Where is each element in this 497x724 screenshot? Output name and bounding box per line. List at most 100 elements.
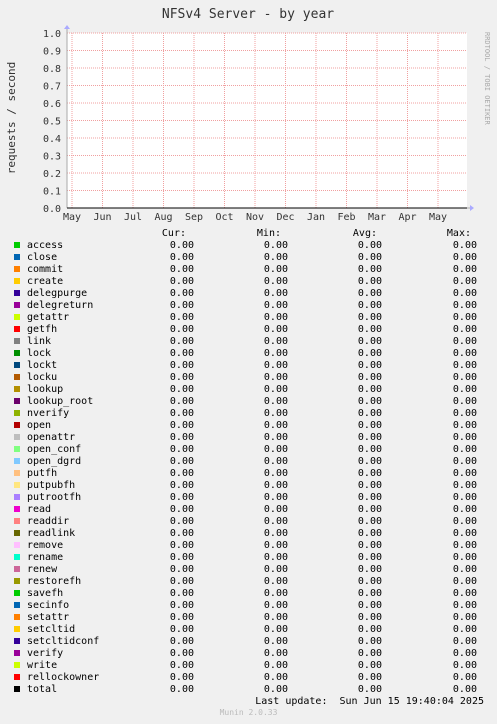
col-max-header: Max: <box>446 228 471 239</box>
legend-max-value: 0.00 <box>452 516 477 527</box>
legend-row: lookup 0.00 0.00 0.00 0.00 <box>0 384 497 396</box>
legend-avg-value: 0.00 <box>357 672 382 683</box>
legend-swatch <box>14 482 20 488</box>
legend-label: create <box>27 276 64 287</box>
legend-min-value: 0.00 <box>263 576 288 587</box>
legend-cur-value: 0.00 <box>169 408 194 419</box>
legend-max-value: 0.00 <box>452 564 477 575</box>
legend-max-value: 0.00 <box>452 420 477 431</box>
legend-min-value: 0.00 <box>263 384 288 395</box>
legend-min-value: 0.00 <box>263 444 288 455</box>
last-update: Last update: Sun Jun 15 19:40:04 2025 <box>255 696 484 707</box>
legend-row: read 0.00 0.00 0.00 0.00 <box>0 504 497 516</box>
legend-cur-value: 0.00 <box>169 516 194 527</box>
legend-cur-value: 0.00 <box>169 564 194 575</box>
legend-swatch <box>14 530 20 536</box>
legend-min-value: 0.00 <box>263 324 288 335</box>
y-axis-label: requests / second <box>5 62 18 175</box>
legend-avg-value: 0.00 <box>357 432 382 443</box>
legend-row: close 0.00 0.00 0.00 0.00 <box>0 252 497 264</box>
legend-min-value: 0.00 <box>263 612 288 623</box>
legend-swatch <box>14 470 20 476</box>
legend-avg-value: 0.00 <box>357 468 382 479</box>
legend-swatch <box>14 686 20 692</box>
legend-swatch <box>14 458 20 464</box>
x-tick-label: May <box>429 212 447 223</box>
col-min-header: Min: <box>256 228 281 239</box>
legend-header: Cur: Min: Avg: Max: <box>0 228 497 240</box>
legend-avg-value: 0.00 <box>357 300 382 311</box>
legend-cur-value: 0.00 <box>169 384 194 395</box>
legend-avg-value: 0.00 <box>357 612 382 623</box>
legend-row: savefh 0.00 0.00 0.00 0.00 <box>0 588 497 600</box>
legend-max-value: 0.00 <box>452 348 477 359</box>
legend-row: putfh 0.00 0.00 0.00 0.00 <box>0 468 497 480</box>
legend-max-value: 0.00 <box>452 324 477 335</box>
side-label: RRDTOOL / TOBI OETIKER <box>483 32 491 126</box>
chart-svg: NFSv4 Server - by year RRDTOOL / TOBI OE… <box>5 7 491 223</box>
legend-row: lookup_root 0.00 0.00 0.00 0.00 <box>0 396 497 408</box>
legend-avg-value: 0.00 <box>357 360 382 371</box>
legend-cur-value: 0.00 <box>169 468 194 479</box>
legend-max-value: 0.00 <box>452 612 477 623</box>
legend-min-value: 0.00 <box>263 348 288 359</box>
legend-swatch <box>14 254 20 260</box>
legend-min-value: 0.00 <box>263 672 288 683</box>
legend-max-value: 0.00 <box>452 672 477 683</box>
legend-min-value: 0.00 <box>263 588 288 599</box>
legend-cur-value: 0.00 <box>169 396 194 407</box>
legend-row: total 0.00 0.00 0.00 0.00 <box>0 684 497 696</box>
y-tick-label: 0.4 <box>43 134 61 145</box>
col-cur-header: Cur: <box>161 228 186 239</box>
legend-label: putrootfh <box>27 492 82 503</box>
legend-min-value: 0.00 <box>263 468 288 479</box>
legend-label: lookup <box>27 384 64 395</box>
legend-max-value: 0.00 <box>452 528 477 539</box>
legend-row: locku 0.00 0.00 0.00 0.00 <box>0 372 497 384</box>
y-axis-arrow <box>64 25 70 29</box>
legend-avg-value: 0.00 <box>357 504 382 515</box>
legend-max-value: 0.00 <box>452 456 477 467</box>
legend-swatch <box>14 314 20 320</box>
legend-max-value: 0.00 <box>452 276 477 287</box>
legend-label: rellockowner <box>27 672 100 683</box>
legend-max-value: 0.00 <box>452 288 477 299</box>
legend-row: rename 0.00 0.00 0.00 0.00 <box>0 552 497 564</box>
legend-max-value: 0.00 <box>452 480 477 491</box>
y-tick-label: 1.0 <box>43 29 61 40</box>
legend-avg-value: 0.00 <box>357 636 382 647</box>
legend-cur-value: 0.00 <box>169 588 194 599</box>
legend-min-value: 0.00 <box>263 540 288 551</box>
legend-avg-value: 0.00 <box>357 408 382 419</box>
legend-min-value: 0.00 <box>263 660 288 671</box>
legend-row: restorefh 0.00 0.00 0.00 0.00 <box>0 576 497 588</box>
legend-swatch <box>14 578 20 584</box>
legend-cur-value: 0.00 <box>169 648 194 659</box>
legend-min-value: 0.00 <box>263 240 288 251</box>
legend-min-value: 0.00 <box>263 684 288 695</box>
legend-label: delegreturn <box>27 300 94 311</box>
chart-title: NFSv4 Server - by year <box>162 7 334 22</box>
legend-cur-value: 0.00 <box>169 336 194 347</box>
legend-max-value: 0.00 <box>452 552 477 563</box>
legend-min-value: 0.00 <box>263 312 288 323</box>
legend-label: open_conf <box>27 444 82 455</box>
legend-row: commit 0.00 0.00 0.00 0.00 <box>0 264 497 276</box>
legend-avg-value: 0.00 <box>357 240 382 251</box>
legend-swatch <box>14 266 20 272</box>
legend-max-value: 0.00 <box>452 684 477 695</box>
legend-swatch <box>14 338 20 344</box>
legend-swatch <box>14 566 20 572</box>
legend-min-value: 0.00 <box>263 636 288 647</box>
legend-cur-value: 0.00 <box>169 324 194 335</box>
legend-swatch <box>14 554 20 560</box>
legend-swatch <box>14 638 20 644</box>
legend-swatch <box>14 590 20 596</box>
legend-row: remove 0.00 0.00 0.00 0.00 <box>0 540 497 552</box>
x-axis-arrow <box>470 205 474 211</box>
legend-swatch <box>14 362 20 368</box>
legend-swatch <box>14 446 20 452</box>
legend-swatch <box>14 626 20 632</box>
legend-row: lockt 0.00 0.00 0.00 0.00 <box>0 360 497 372</box>
legend-max-value: 0.00 <box>452 300 477 311</box>
